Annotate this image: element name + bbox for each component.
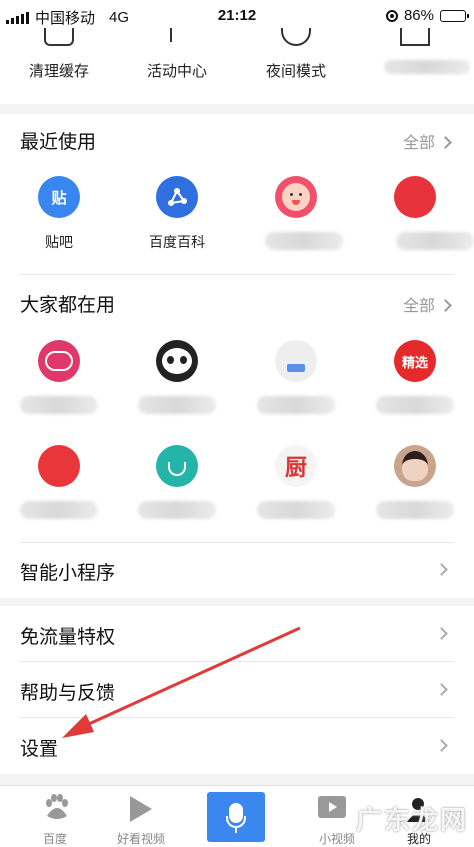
menu-item-label: 设置 <box>20 739 59 760</box>
mini-program-label: 智能小程序 <box>20 563 116 584</box>
app-tieba[interactable]: 贴 贴吧 <box>0 176 118 266</box>
chevron-right-icon <box>435 563 448 576</box>
moon-icon <box>281 28 311 46</box>
chevron-right-icon <box>439 136 452 149</box>
lotus-icon <box>156 445 198 487</box>
flag-icon <box>170 28 192 42</box>
menu-card: 免流量特权 帮助与反馈 设置 <box>0 606 474 774</box>
app-name <box>376 501 454 519</box>
app-popular-5[interactable] <box>0 445 118 535</box>
battery-percent: 86% <box>403 7 434 24</box>
app-name: 贴吧 <box>45 234 73 250</box>
apps-card: 最近使用 全部 贴 贴吧 百度百科 大家都在用 全部 精选 厨 智能小程序 <box>0 114 474 598</box>
trash-icon <box>44 28 74 46</box>
menu-item-label: 免流量特权 <box>20 627 116 648</box>
voice-search-button[interactable] <box>207 792 265 842</box>
tab-label: 好看视频 <box>116 832 165 846</box>
menu-item-help[interactable]: 帮助与反馈 <box>0 662 474 718</box>
app-popular-7[interactable]: 厨 <box>237 445 355 535</box>
tools-strip: 清理缓存 活动中心 夜间模式 <box>0 28 474 104</box>
tab-haokan-video[interactable]: 好看视频 <box>94 786 188 847</box>
panda-icon <box>156 340 198 382</box>
more-label: 全部 <box>402 298 435 315</box>
app-popular-3[interactable] <box>237 340 355 430</box>
app-recent-3[interactable] <box>237 176 355 266</box>
app-popular-6[interactable] <box>118 445 236 535</box>
popular-more-link[interactable]: 全部 <box>402 292 452 316</box>
rotation-lock-icon <box>385 9 398 22</box>
portrait-icon <box>394 445 436 487</box>
featured-icon: 精选 <box>394 340 436 382</box>
tool-activity-center[interactable]: 活动中心 <box>118 28 236 104</box>
recent-more-link[interactable]: 全部 <box>402 129 452 153</box>
tool-night-mode[interactable]: 夜间模式 <box>237 28 355 104</box>
chevron-right-icon <box>435 683 448 696</box>
app-recent-4[interactable] <box>356 176 474 266</box>
app-name <box>257 501 335 519</box>
app-popular-2[interactable] <box>118 340 236 430</box>
baby-face-icon <box>275 176 317 218</box>
app-popular-8[interactable] <box>356 445 474 535</box>
app-name <box>257 396 335 414</box>
app-name <box>265 232 343 250</box>
tool-label: 活动中心 <box>146 63 207 80</box>
tool-clear-cache[interactable]: 清理缓存 <box>0 28 118 104</box>
meitu-icon <box>38 340 80 382</box>
recent-title: 最近使用 <box>20 132 97 153</box>
app-name <box>20 501 98 519</box>
video-icon <box>318 796 346 818</box>
battery-icon <box>440 9 469 22</box>
grid-icon <box>400 28 430 46</box>
tool-more[interactable] <box>356 28 474 104</box>
tab-baidu[interactable]: 百度 <box>8 786 102 847</box>
chevron-right-icon <box>439 299 452 312</box>
app-icon <box>38 445 80 487</box>
baike-icon <box>156 176 198 218</box>
app-name <box>138 501 216 519</box>
play-icon <box>130 796 152 822</box>
app-name <box>396 232 474 250</box>
app-baike[interactable]: 百度百科 <box>118 176 236 266</box>
tool-label: 清理缓存 <box>28 63 89 80</box>
more-label: 全部 <box>402 135 435 152</box>
tab-label: 百度 <box>42 832 67 846</box>
watermark: 广东龙网 <box>355 805 468 835</box>
chevron-right-icon <box>435 627 448 640</box>
popular-title: 大家都在用 <box>20 295 116 316</box>
chevron-right-icon <box>435 739 448 752</box>
app-popular-1[interactable] <box>0 340 118 430</box>
app-name: 百度百科 <box>149 234 205 250</box>
kitchen-icon: 厨 <box>275 445 317 487</box>
menu-item-settings[interactable]: 设置 <box>0 718 474 774</box>
menu-item-free-data[interactable]: 免流量特权 <box>0 606 474 662</box>
app-icon <box>275 340 317 382</box>
app-name <box>138 396 216 414</box>
tool-label: 夜间模式 <box>265 63 326 80</box>
mini-program-row[interactable]: 智能小程序 <box>0 542 474 598</box>
tieba-icon: 贴 <box>38 176 80 218</box>
app-name <box>20 396 98 414</box>
app-popular-4[interactable]: 精选 <box>356 340 474 430</box>
app-icon <box>394 176 436 218</box>
divider <box>20 274 454 275</box>
menu-item-label: 帮助与反馈 <box>20 683 116 704</box>
baidu-paw-icon <box>46 794 68 819</box>
app-name <box>376 396 454 414</box>
